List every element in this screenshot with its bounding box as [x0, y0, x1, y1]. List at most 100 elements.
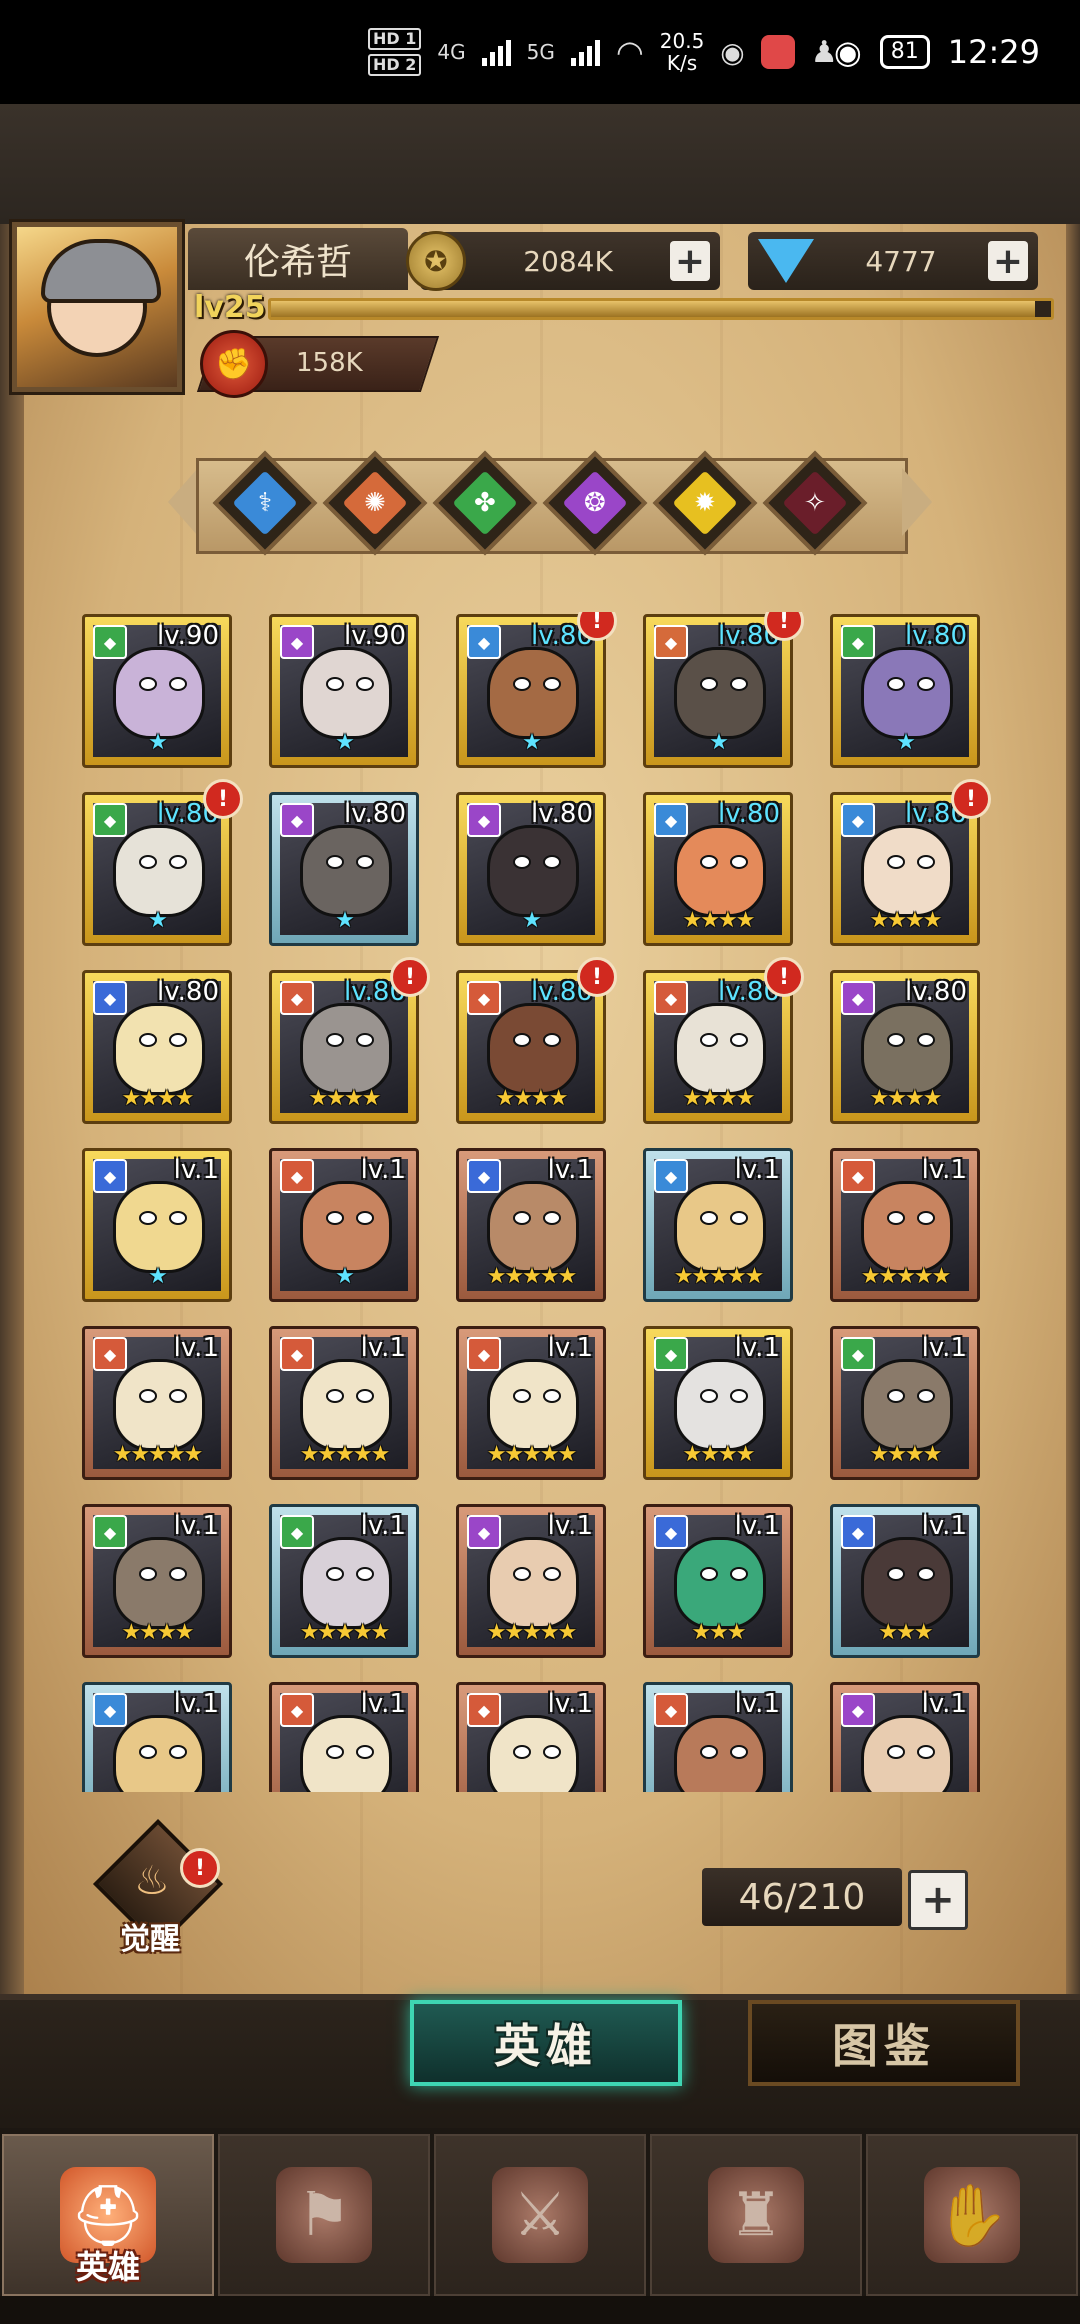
hero-stars: ★ — [335, 908, 355, 933]
hero-card[interactable]: ◆ lv.90 ★ — [82, 614, 232, 768]
hero-card[interactable]: ◆ lv.1 ★★★★ — [82, 1504, 232, 1658]
hero-stars: ★ — [896, 730, 916, 755]
dark-faction-icon: ✧ — [782, 470, 848, 536]
nav-item-hero-helmet[interactable]: ⛑ 英雄 — [2, 2134, 214, 2296]
hero-faction-icon: ◆ — [841, 1337, 875, 1371]
filter-left-arrow-icon[interactable] — [168, 468, 198, 536]
hero-card[interactable]: ◆ lv.1 ★ — [82, 1148, 232, 1302]
hero-card[interactable]: ◆ lv.80 ★ — [456, 792, 606, 946]
battle-swords-icon: ⚔ — [492, 2167, 588, 2263]
hero-card[interactable]: ◆ lv.1 ★★★ — [643, 1504, 793, 1658]
hero-eye — [730, 855, 748, 869]
holy-faction-icon: ⚕ — [232, 470, 298, 536]
hero-eye — [169, 855, 187, 869]
hero-face — [861, 1359, 953, 1451]
hero-faction-icon: ◆ — [467, 1515, 501, 1549]
hero-card[interactable]: ◆ lv.80 ★★★★ — [82, 970, 232, 1124]
signal-icon — [481, 38, 511, 66]
hero-eye — [917, 677, 935, 691]
net2-label: 5G — [526, 40, 555, 64]
hero-faction-icon: ◆ — [841, 1159, 875, 1193]
hero-faction-icon: ◆ — [467, 625, 501, 659]
hero-face — [113, 825, 205, 917]
hero-card[interactable]: ◆ lv.80 ★! — [82, 779, 243, 946]
hero-card[interactable]: ◆ lv.80 ★ — [830, 614, 980, 768]
nav-item-adventure-flag[interactable]: ⚑ — [218, 2134, 430, 2296]
hero-card[interactable]: ◆ lv.1 — [830, 1682, 980, 1792]
hero-card[interactable]: ◆ lv.1 — [643, 1682, 793, 1792]
hero-card[interactable]: ◆ lv.1 ★★★★★ — [82, 1326, 232, 1480]
nav-item-castle[interactable]: ♜ — [650, 2134, 862, 2296]
hero-level: lv.1 — [360, 1333, 406, 1363]
hero-card[interactable]: ◆ lv.1 ★★★★★ — [269, 1326, 419, 1480]
hero-eye — [700, 1389, 718, 1403]
hero-eye — [326, 1745, 344, 1759]
hero-level: lv.1 — [173, 1333, 219, 1363]
hero-eye — [887, 1033, 905, 1047]
hero-card[interactable]: ◆ lv.1 ★★★★★ — [830, 1148, 980, 1302]
hero-card[interactable]: ◆ lv.1 ★★★★★ — [456, 1504, 606, 1658]
hero-card[interactable]: ◆ lv.1 ★★★★★ — [269, 1504, 419, 1658]
hero-face — [113, 1715, 205, 1792]
hero-face — [113, 1003, 205, 1095]
hero-stars: ★★★★★ — [486, 1264, 578, 1289]
hero-card[interactable]: ◆ lv.1 ★★★★ — [830, 1326, 980, 1480]
hero-card[interactable]: ◆ lv.80 ★★★★! — [643, 957, 804, 1124]
hero-faction-icon: ◆ — [654, 1337, 688, 1371]
awaken-button[interactable]: ♨ 觉醒 ! — [92, 1818, 224, 1957]
hero-card[interactable]: ◆ lv.1 ★ — [269, 1148, 419, 1302]
hero-card[interactable]: ◆ lv.80 ★★★★! — [269, 957, 430, 1124]
dark-glyph: ✧ — [804, 487, 826, 518]
hero-level: lv.80 — [718, 799, 780, 829]
hero-card[interactable]: ◆ lv.1 ★★★★ — [643, 1326, 793, 1480]
expand-hero-slots-button[interactable]: + — [908, 1870, 968, 1930]
hero-count: 46/210 — [702, 1868, 902, 1926]
hero-eye — [543, 1389, 561, 1403]
fire-faction-icon: ✺ — [342, 470, 408, 536]
hero-card[interactable]: ◆ lv.80 ★! — [456, 612, 617, 768]
hero-faction-icon: ◆ — [280, 1159, 314, 1193]
hero-face — [487, 1715, 579, 1792]
hero-level: lv.1 — [173, 1511, 219, 1541]
hero-stars: ★ — [522, 908, 542, 933]
hero-card[interactable]: ◆ lv.1 — [269, 1682, 419, 1792]
hero-face — [487, 1003, 579, 1095]
hero-level: lv.1 — [547, 1333, 593, 1363]
nav-item-battle-swords[interactable]: ⚔ — [434, 2134, 646, 2296]
add-gold-button[interactable]: + — [670, 241, 710, 282]
nav-item-guild-handshake[interactable]: ✋ — [866, 2134, 1078, 2296]
hero-faction-icon: ◆ — [93, 1693, 127, 1727]
hero-face — [674, 1003, 766, 1095]
hero-card[interactable]: ◆ lv.1 ★★★★★ — [456, 1326, 606, 1480]
hero-eye — [169, 1033, 187, 1047]
hero-card[interactable]: ◆ lv.80 ★★★★ — [643, 792, 793, 946]
hero-face — [113, 647, 205, 739]
hero-card[interactable]: ◆ lv.1 — [82, 1682, 232, 1792]
hero-card[interactable]: ◆ lv.80 ★ — [269, 792, 419, 946]
hero-card[interactable]: ◆ lv.80 ★★★★ — [830, 970, 980, 1124]
hero-card[interactable]: ◆ lv.80 ★! — [643, 612, 804, 768]
tab-heroes[interactable]: 英雄 — [410, 2000, 682, 2086]
hero-faction-icon: ◆ — [841, 1693, 875, 1727]
hero-card[interactable]: ◆ lv.90 ★ — [269, 614, 419, 768]
hero-card[interactable]: ◆ lv.80 ★★★★! — [456, 957, 617, 1124]
hero-stars: ★ — [335, 1264, 355, 1289]
hero-card[interactable]: ◆ lv.80 ★★★★! — [830, 779, 991, 946]
hero-card[interactable]: ◆ lv.1 ★★★★★ — [643, 1148, 793, 1302]
filter-right-arrow-icon[interactable] — [902, 468, 932, 536]
hero-face — [113, 1359, 205, 1451]
adventure-flag-icon: ⚑ — [276, 2167, 372, 2263]
add-diamond-button[interactable]: + — [988, 241, 1028, 282]
hero-stars: ★★★★ — [869, 1442, 943, 1467]
player-avatar[interactable] — [9, 219, 185, 395]
hero-faction-icon: ◆ — [467, 981, 501, 1015]
clock: 12:29 — [947, 33, 1040, 71]
tab-collection[interactable]: 图鉴 — [748, 2000, 1020, 2086]
hero-eye — [139, 1567, 157, 1581]
diamond-icon — [758, 239, 814, 283]
hero-card[interactable]: ◆ lv.1 ★★★★★ — [456, 1148, 606, 1302]
gold-value: 2084K — [523, 244, 613, 278]
hero-faction-icon: ◆ — [654, 625, 688, 659]
hero-card[interactable]: ◆ lv.1 ★★★ — [830, 1504, 980, 1658]
hero-card[interactable]: ◆ lv.1 — [456, 1682, 606, 1792]
